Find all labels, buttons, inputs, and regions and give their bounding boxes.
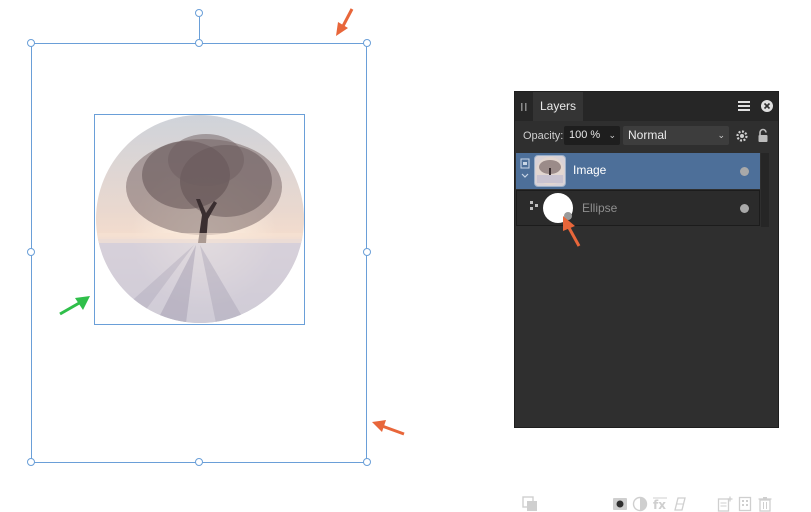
add-pixel-layer-icon[interactable] (717, 496, 733, 512)
adjustment-icon[interactable] (632, 496, 648, 512)
layer-row-image[interactable]: Image (516, 153, 760, 189)
tab-layers-label: Layers (540, 99, 577, 113)
image-layer-thumbnail (534, 155, 566, 187)
opacity-value: 100 % (569, 129, 601, 141)
handle-middle-right[interactable] (363, 248, 371, 256)
canvas (0, 0, 500, 492)
panel-header: Layers (515, 92, 778, 121)
layer-row-ellipse[interactable]: Ellipse (516, 190, 760, 226)
live-filter-icon[interactable] (672, 496, 688, 512)
annotation-arrow-green (59, 296, 90, 316)
svg-text:fx: fx (653, 498, 666, 512)
visibility-toggle-image[interactable] (740, 167, 749, 176)
drag-grip-icon[interactable] (521, 103, 527, 111)
layers-panel: Layers Opacity: 100 % ⌄ Normal ⌄ Image E… (514, 91, 779, 512)
delete-icon[interactable] (757, 496, 773, 512)
opacity-label: Opacity: (523, 130, 564, 142)
handle-bottom-left[interactable] (27, 458, 35, 466)
handle-top-left[interactable] (27, 39, 35, 47)
opacity-field[interactable]: 100 % ⌄ (564, 126, 620, 145)
layer-type-icon (520, 158, 530, 178)
blend-mode-value: Normal (628, 128, 667, 142)
mask-link-icon (530, 201, 538, 210)
chevron-down-icon[interactable]: ⌄ (717, 126, 725, 145)
visibility-toggle-ellipse[interactable] (740, 204, 749, 213)
chevron-down-icon[interactable]: ⌄ (608, 126, 616, 145)
masked-tree-photo[interactable] (96, 115, 304, 323)
tab-layers[interactable]: Layers (533, 92, 584, 121)
annotation-arrow-top-right (336, 8, 354, 36)
layer-name-image: Image (573, 163, 607, 177)
handle-bottom-center[interactable] (195, 458, 203, 466)
handle-middle-left[interactable] (27, 248, 35, 256)
close-icon[interactable] (760, 99, 774, 113)
layer-options-bar: Opacity: 100 % ⌄ Normal ⌄ (515, 122, 778, 150)
layers-scrollbar[interactable] (761, 153, 769, 227)
annotation-arrow-thumbnail (563, 216, 581, 247)
handle-top-right[interactable] (363, 39, 371, 47)
rotation-handle[interactable] (195, 9, 203, 17)
add-group-icon[interactable] (737, 496, 753, 512)
annotation-arrow-bottom-right (372, 420, 405, 436)
handle-top-center[interactable] (195, 39, 203, 47)
blend-mode-select[interactable]: Normal ⌄ (623, 126, 729, 145)
hamburger-menu-icon[interactable] (737, 99, 751, 113)
arrange-icon[interactable] (522, 496, 538, 512)
mask-icon[interactable] (612, 496, 628, 512)
fx-icon[interactable]: fx (652, 496, 668, 512)
handle-bottom-right[interactable] (363, 458, 371, 466)
layer-name-ellipse: Ellipse (582, 201, 618, 215)
lock-icon[interactable] (757, 128, 769, 143)
gear-icon[interactable] (735, 129, 749, 143)
